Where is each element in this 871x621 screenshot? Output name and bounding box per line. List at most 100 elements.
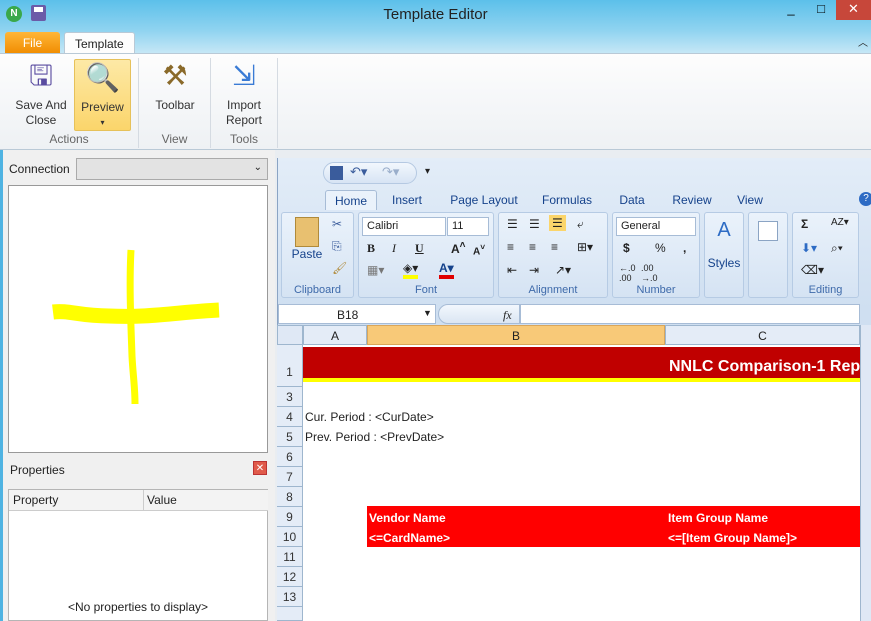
- column-header-c[interactable]: C: [665, 325, 860, 345]
- ribbon: 🖫 Save And Close 🔍 Preview ▾ Actions ⚒ T…: [0, 53, 871, 150]
- row-header[interactable]: 3: [277, 387, 303, 407]
- clear-icon[interactable]: ⌫▾: [801, 263, 824, 277]
- comma-button[interactable]: ,: [683, 241, 686, 255]
- row-header[interactable]: 4: [277, 407, 303, 427]
- column-header-value[interactable]: Value: [144, 490, 268, 511]
- shrink-font-icon[interactable]: A˅: [473, 242, 485, 257]
- row-header[interactable]: 9: [277, 507, 303, 527]
- name-box[interactable]: B18 ▼: [278, 304, 436, 324]
- redo-icon[interactable]: ↷▾: [382, 164, 399, 180]
- vendor-name-field[interactable]: <=CardName>: [369, 531, 450, 545]
- cut-icon[interactable]: ✂: [332, 217, 342, 231]
- fx-button[interactable]: fx: [438, 304, 520, 324]
- merge-center-icon[interactable]: ⊞▾: [577, 240, 593, 254]
- import-report-button[interactable]: ⇲ Import Report: [218, 58, 270, 128]
- font-name-dropdown[interactable]: Calibri: [362, 217, 446, 236]
- tab-file[interactable]: File: [5, 32, 60, 54]
- paste-label: Paste: [291, 247, 323, 261]
- orientation-icon[interactable]: ↗▾: [555, 263, 571, 277]
- help-icon[interactable]: ?: [859, 192, 871, 206]
- report-title-cell[interactable]: NNLC Comparison-1 Rep: [669, 358, 860, 376]
- vendor-name-header[interactable]: Vendor Name: [369, 511, 446, 525]
- currency-button[interactable]: $: [623, 241, 630, 255]
- underline-button[interactable]: U: [415, 241, 424, 256]
- close-button[interactable]: ✕: [836, 0, 871, 20]
- column-header-a[interactable]: A: [303, 325, 367, 345]
- tab-insert[interactable]: Insert: [387, 190, 427, 210]
- prev-period-cell[interactable]: Prev. Period : <PrevDate>: [305, 430, 444, 444]
- maximize-button[interactable]: □: [806, 0, 836, 20]
- row-header[interactable]: 6: [277, 447, 303, 467]
- group-editing: Σ AZ▾ ⬇▾ ⌕▾ ⌫▾ Editing: [792, 212, 859, 298]
- column-header-property[interactable]: Property: [9, 490, 144, 511]
- save-close-icon: 🖫: [29, 60, 53, 91]
- row-header[interactable]: 11: [277, 547, 303, 567]
- vertical-scrollbar[interactable]: [860, 325, 871, 621]
- italic-button[interactable]: I: [392, 241, 396, 256]
- increase-decimal-icon[interactable]: ←.0.00: [619, 263, 636, 283]
- align-top-icon[interactable]: ☰: [507, 217, 518, 231]
- row-header[interactable]: [277, 607, 303, 621]
- font-color-icon[interactable]: A▾: [439, 261, 454, 279]
- row-header[interactable]: 13: [277, 587, 303, 607]
- copy-icon[interactable]: ⎘: [332, 239, 342, 254]
- left-panel: Connection ⌄ Properties ✕ Property Value…: [0, 150, 275, 621]
- percent-button[interactable]: %: [655, 241, 666, 255]
- tab-home[interactable]: Home: [325, 190, 377, 210]
- bold-button[interactable]: B: [367, 241, 375, 256]
- sheet-grid[interactable]: [303, 345, 860, 621]
- font-size-dropdown[interactable]: 11: [447, 217, 489, 236]
- item-group-header[interactable]: Item Group Name: [668, 511, 768, 525]
- formula-input[interactable]: [520, 304, 860, 324]
- tab-view[interactable]: View: [733, 190, 767, 210]
- decrease-indent-icon[interactable]: ⇤: [507, 263, 517, 277]
- increase-indent-icon[interactable]: ⇥: [529, 263, 539, 277]
- column-header-b[interactable]: B: [367, 325, 665, 345]
- wrap-text-icon[interactable]: ⤶: [577, 217, 584, 232]
- row-header[interactable]: 10: [277, 527, 303, 547]
- tab-review[interactable]: Review: [667, 190, 717, 210]
- row-header[interactable]: 1: [277, 345, 303, 387]
- fill-color-icon[interactable]: ◈▾: [403, 261, 419, 279]
- item-group-field[interactable]: <=[Item Group Name]>: [668, 531, 797, 545]
- toolbar-button[interactable]: ⚒ Toolbar: [148, 58, 202, 113]
- align-right-icon[interactable]: ≡: [551, 240, 558, 254]
- connection-dropdown[interactable]: ⌄: [76, 158, 268, 180]
- row-header[interactable]: 7: [277, 467, 303, 487]
- borders-icon[interactable]: ▦▾: [367, 263, 384, 277]
- align-bottom-icon[interactable]: ☰: [549, 215, 566, 231]
- drawing-canvas[interactable]: [8, 185, 268, 453]
- align-center-icon[interactable]: ≡: [529, 240, 536, 254]
- minimize-button[interactable]: _: [776, 0, 806, 20]
- sort-filter-icon[interactable]: AZ▾: [831, 217, 849, 228]
- close-properties-icon[interactable]: ✕: [253, 461, 267, 475]
- row-header[interactable]: 12: [277, 567, 303, 587]
- row-header[interactable]: 5: [277, 427, 303, 447]
- cells-button[interactable]: [748, 212, 788, 298]
- paste-button[interactable]: Paste: [288, 217, 326, 261]
- fill-icon[interactable]: ⬇▾: [801, 241, 817, 255]
- decrease-decimal-icon[interactable]: .00 →.0: [641, 263, 658, 283]
- tab-formulas[interactable]: Formulas: [539, 190, 595, 210]
- grow-font-icon[interactable]: A˄: [451, 240, 466, 256]
- preview-button[interactable]: 🔍 Preview ▾: [74, 59, 131, 131]
- tab-page-layout[interactable]: Page Layout: [447, 190, 521, 210]
- customize-toolbar-icon[interactable]: ▾: [425, 166, 430, 177]
- align-left-icon[interactable]: ≡: [507, 240, 514, 254]
- format-painter-icon[interactable]: 🖌: [332, 261, 347, 275]
- styles-button[interactable]: A Styles: [704, 212, 744, 298]
- find-select-icon[interactable]: ⌕▾: [831, 241, 843, 256]
- save-and-close-button[interactable]: 🖫 Save And Close: [12, 58, 70, 128]
- save-icon[interactable]: [330, 166, 343, 180]
- chevron-down-icon: ⌄: [253, 162, 262, 173]
- align-middle-icon[interactable]: ☰: [529, 217, 540, 231]
- autosum-icon[interactable]: Σ: [801, 217, 808, 231]
- number-format-dropdown[interactable]: General: [616, 217, 696, 236]
- tab-template[interactable]: Template: [64, 32, 135, 54]
- row-header[interactable]: 8: [277, 487, 303, 507]
- select-all-corner[interactable]: [277, 325, 303, 345]
- collapse-ribbon-icon[interactable]: ︿: [858, 34, 868, 49]
- cur-period-cell[interactable]: Cur. Period : <CurDate>: [305, 410, 434, 424]
- tab-data[interactable]: Data: [615, 190, 649, 210]
- undo-icon[interactable]: ↶▾: [350, 164, 367, 180]
